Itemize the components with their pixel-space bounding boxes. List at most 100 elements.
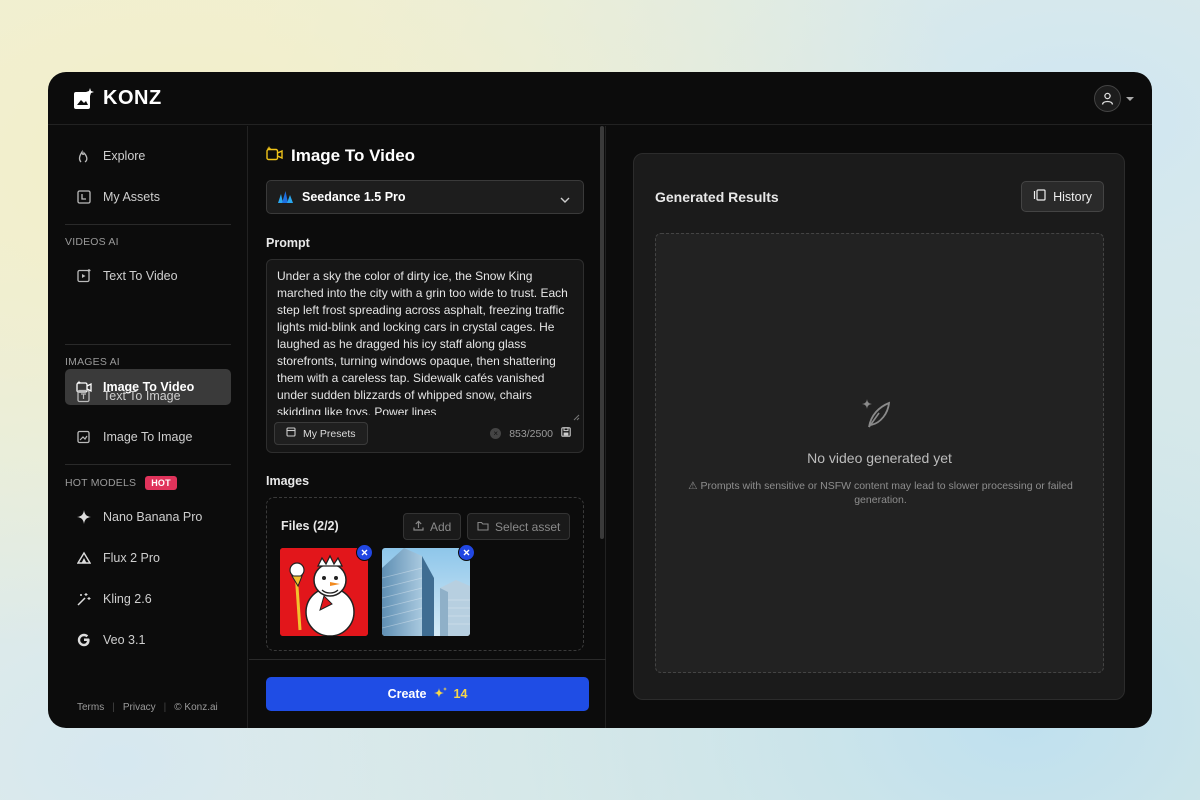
- prompt-label: Prompt: [266, 236, 310, 250]
- files-count: Files (2/2): [281, 519, 339, 533]
- sidebar-item-explore[interactable]: Explore: [65, 138, 231, 174]
- section-label-text: VIDEOS AI: [65, 236, 119, 248]
- privacy-link[interactable]: Privacy: [123, 702, 156, 713]
- sidebar-item-nano-banana-pro[interactable]: Nano Banana Pro: [65, 499, 231, 535]
- logo-icon: [74, 87, 94, 110]
- separator: |: [163, 702, 167, 713]
- section-label-hot-models: HOT MODELS HOT: [65, 476, 177, 490]
- presets-label: My Presets: [303, 427, 356, 440]
- image-video-icon: [266, 146, 283, 166]
- assets-icon: [76, 189, 92, 205]
- seedance-logo-icon: [278, 189, 294, 206]
- history-icon: [1033, 189, 1046, 204]
- folder-icon: [477, 520, 489, 534]
- section-label-images: IMAGES AI: [65, 356, 120, 368]
- generation-form: Image To Video Seedance 1.5 Pro Prompt U…: [249, 126, 606, 728]
- prompt-field[interactable]: Under a sky the color of dirty ice, the …: [266, 259, 584, 453]
- separator: |: [112, 702, 115, 713]
- sidebar-item-label: Text To Video: [103, 269, 178, 283]
- prompt-textarea[interactable]: Under a sky the color of dirty ice, the …: [277, 268, 575, 415]
- create-button[interactable]: Create 14: [266, 677, 589, 711]
- chevron-down-icon[interactable]: [1126, 96, 1134, 101]
- sidebar-item-veo-3-1[interactable]: Veo 3.1: [65, 622, 231, 658]
- model-select-value: Seedance 1.5 Pro: [302, 190, 406, 204]
- sidebar-item-label: Text To Image: [103, 389, 181, 403]
- sparkle-icon: [76, 509, 92, 525]
- logo-text: KONZ: [103, 87, 162, 109]
- text-video-icon: [76, 268, 92, 284]
- credit-cost: 14: [453, 687, 468, 701]
- results-panel: Generated Results History No video gener…: [633, 153, 1125, 700]
- image-thumbnail-buildings[interactable]: [382, 548, 470, 636]
- section-label-text: HOT MODELS: [65, 477, 137, 489]
- sparkle-icon: [433, 686, 447, 702]
- empty-title: No video generated yet: [807, 450, 952, 466]
- sidebar-item-label: Explore: [103, 149, 146, 163]
- top-bar: KONZ: [48, 72, 1152, 125]
- sidebar-item-flux-2-pro[interactable]: Flux 2 Pro: [65, 540, 231, 576]
- logo[interactable]: KONZ: [74, 87, 162, 110]
- page-title-text: Image To Video: [291, 146, 416, 165]
- sidebar-item-text-to-video[interactable]: Text To Video: [65, 258, 231, 294]
- image-image-icon: [76, 429, 92, 445]
- text-image-icon: [76, 388, 92, 404]
- sidebar-item-label: My Assets: [103, 190, 160, 204]
- user-menu[interactable]: [1094, 85, 1134, 112]
- nsfw-warning: ⚠ Prompts with sensitive or NSFW content…: [688, 480, 1073, 506]
- divider: [65, 224, 231, 225]
- select-asset-label: Select asset: [495, 519, 561, 534]
- sidebar-item-image-to-image[interactable]: Image To Image: [65, 419, 231, 455]
- add-button[interactable]: Add: [403, 513, 462, 540]
- flame-icon: [76, 148, 92, 164]
- copyright-text: © Konz.ai: [174, 702, 218, 713]
- history-button[interactable]: History: [1021, 181, 1104, 212]
- images-dropzone[interactable]: Files (2/2) Add Select asset: [266, 497, 584, 651]
- empty-results-area: No video generated yet ⚠ Prompts with se…: [655, 233, 1104, 673]
- triangle-icon: [76, 550, 92, 566]
- chevron-down-icon: [560, 193, 570, 207]
- images-label: Images: [266, 474, 310, 488]
- char-counter: × 853/2500: [490, 427, 571, 440]
- footer-links: Terms | Privacy | © Konz.ai: [77, 702, 218, 713]
- history-label: History: [1053, 189, 1092, 204]
- section-label-text: IMAGES AI: [65, 356, 120, 368]
- sidebar-item-label: Kling 2.6: [103, 592, 152, 606]
- presets-icon: [286, 427, 296, 440]
- close-icon: [463, 549, 470, 556]
- divider: [65, 344, 231, 345]
- sidebar-item-label: Flux 2 Pro: [103, 551, 160, 565]
- clear-icon[interactable]: ×: [490, 428, 502, 439]
- google-icon: [76, 632, 92, 648]
- create-label: Create: [387, 687, 427, 701]
- results-title: Generated Results: [655, 189, 779, 205]
- divider: [65, 464, 231, 465]
- divider: [249, 659, 606, 660]
- upload-icon: [413, 519, 424, 534]
- remove-image-button[interactable]: [356, 544, 373, 561]
- sidebar-item-label: Nano Banana Pro: [103, 510, 203, 524]
- sidebar-item-kling-2-6[interactable]: Kling 2.6: [65, 581, 231, 617]
- terms-link[interactable]: Terms: [77, 702, 104, 713]
- select-asset-button[interactable]: Select asset: [467, 513, 571, 540]
- add-label: Add: [430, 519, 452, 534]
- magic-wand-icon: [76, 591, 92, 607]
- scrollbar[interactable]: [600, 126, 604, 539]
- model-select[interactable]: Seedance 1.5 Pro: [266, 180, 584, 214]
- save-icon[interactable]: [561, 427, 571, 440]
- resize-handle-icon[interactable]: [573, 408, 580, 426]
- sidebar-item-my-assets[interactable]: My Assets: [65, 179, 231, 215]
- sidebar: Explore My Assets VIDEOS AI Text To Vide…: [48, 126, 248, 728]
- char-count: 853/2500: [509, 427, 553, 440]
- close-icon: [361, 549, 368, 556]
- sidebar-item-label: Veo 3.1: [103, 633, 146, 647]
- sidebar-item-text-to-image[interactable]: Text To Image: [65, 378, 231, 414]
- image-thumbnail-snowman[interactable]: [280, 548, 368, 636]
- my-presets-button[interactable]: My Presets: [274, 422, 368, 445]
- section-label-videos: VIDEOS AI: [65, 236, 119, 248]
- user-avatar-icon[interactable]: [1094, 85, 1121, 112]
- remove-image-button[interactable]: [458, 544, 475, 561]
- app-window: KONZ Explore My Assets VIDEOS AI Text To…: [48, 72, 1152, 728]
- sidebar-item-label: Image To Image: [103, 430, 193, 444]
- page-title: Image To Video: [266, 146, 415, 166]
- feather-icon: [861, 397, 893, 436]
